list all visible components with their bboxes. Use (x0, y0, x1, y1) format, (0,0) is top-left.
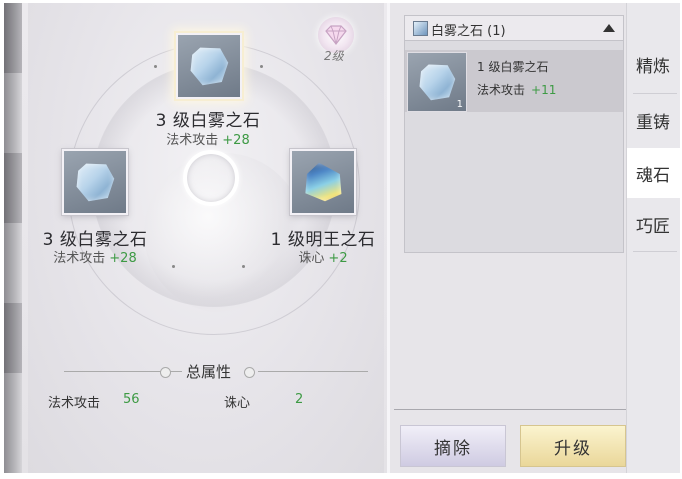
item-attr: 法术攻击 +11 (477, 83, 557, 97)
left-edge-strip (4, 3, 22, 473)
white-mist-stone-icon (190, 47, 229, 86)
stat-value: 56 (123, 392, 140, 407)
socket-top-name: 3 级白雾之石 (155, 111, 261, 131)
socket-top[interactable] (176, 33, 242, 99)
white-mist-stone-icon (419, 64, 456, 101)
socket-panel: 3 级白雾之石 法术攻击 +28 3 级白雾之石 法术攻击 +28 1 级明王之石 … (28, 3, 384, 473)
tab-refine[interactable]: 精炼 (627, 39, 680, 89)
center-ring (183, 150, 239, 206)
decorative-dot (260, 65, 263, 68)
tab-soulstone[interactable]: 魂石 (627, 148, 680, 198)
white-mist-stone-icon (413, 21, 428, 36)
total-attributes-title: 总属性 (186, 363, 232, 381)
stat-value: 2 (295, 392, 304, 407)
stone-list-header[interactable]: 白雾之石 (1) (405, 16, 623, 41)
divider-dot-right (244, 367, 255, 378)
divider-right (258, 371, 368, 372)
button-divider (394, 409, 630, 410)
stone-list: 白雾之石 (1) 1 1 级白雾之石 法术攻击 +11 (404, 15, 624, 253)
socket-top-attr: 法术攻击 +28 (166, 133, 250, 148)
stone-list-header-label: 白雾之石 (1) (431, 24, 506, 39)
socket-right-attr: 诛心 +2 (298, 251, 348, 266)
list-item[interactable]: 1 1 级白雾之石 法术攻击 +11 (405, 50, 623, 112)
upgrade-button[interactable]: 升级 (520, 425, 626, 467)
stone-list-panel: 白雾之石 (1) 1 1 级白雾之石 法术攻击 +11 摘除 升级 (390, 3, 630, 473)
ming-wang-stone-icon (305, 162, 342, 202)
white-mist-stone-icon (76, 163, 115, 202)
decorative-dot (242, 265, 245, 268)
tab-craftsman[interactable]: 巧匠 (627, 199, 680, 249)
tab-separator (633, 93, 677, 94)
item-count: 1 (456, 99, 463, 110)
tab-recast[interactable]: 重铸 (627, 95, 680, 145)
side-tabs: 精炼 重铸 魂石 巧匠 (626, 3, 680, 473)
item-name: 1 级白雾之石 (477, 60, 549, 74)
decorative-dot (172, 265, 175, 268)
socket-left[interactable] (62, 149, 128, 215)
socket-right[interactable] (290, 149, 356, 215)
socket-left-attr: 法术攻击 +28 (53, 251, 137, 266)
level-badge-label: 2级 (324, 49, 344, 63)
diamond-crown-icon (325, 25, 347, 45)
game-window: 3 级白雾之石 法术攻击 +28 3 级白雾之石 法术攻击 +28 1 级明王之石 … (4, 3, 680, 473)
item-slot: 1 (407, 52, 467, 112)
tab-separator (633, 251, 677, 252)
decorative-dot (154, 65, 157, 68)
stat-label: 诛心 (224, 396, 251, 411)
collapse-arrow-icon[interactable] (603, 24, 615, 32)
divider-dot-left (160, 367, 171, 378)
stat-label: 法术攻击 (48, 396, 101, 411)
remove-button[interactable]: 摘除 (400, 425, 506, 467)
